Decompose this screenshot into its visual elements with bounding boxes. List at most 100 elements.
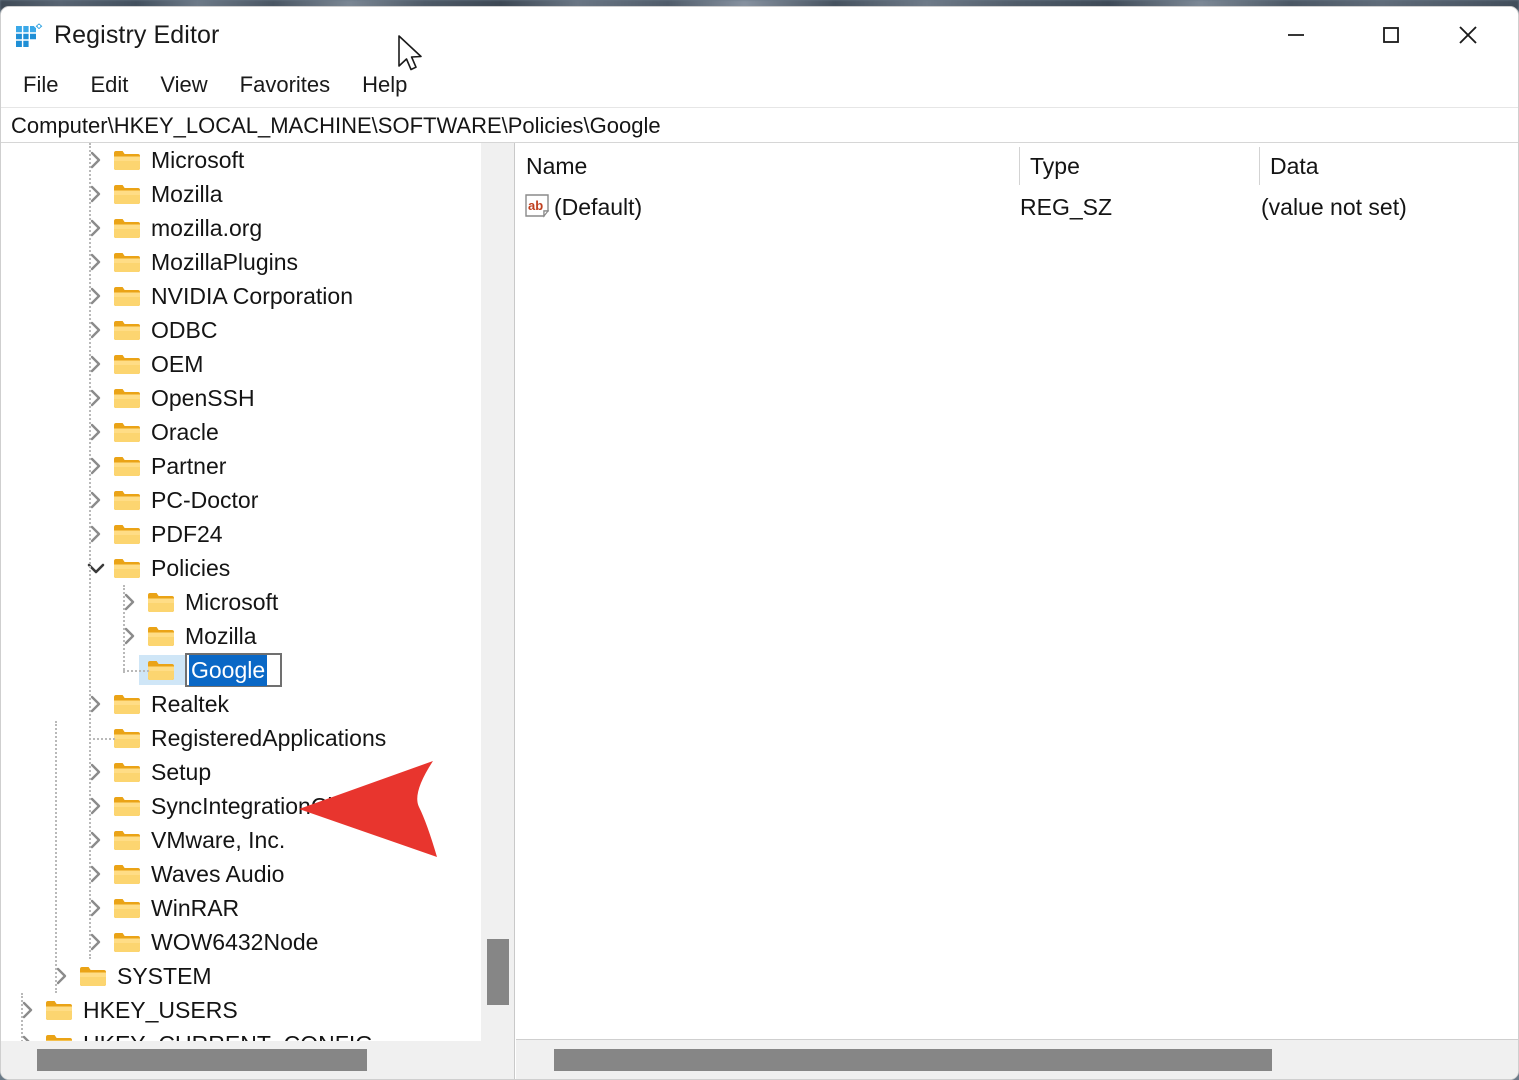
chevron-right-icon[interactable] <box>83 891 109 925</box>
table-row[interactable]: ab (Default) REG_SZ (value not set) <box>516 187 1518 225</box>
tree-item-microsoft[interactable]: Microsoft <box>1 585 480 619</box>
tree-vertical-scroll-thumb[interactable] <box>487 939 509 1005</box>
chevron-right-icon[interactable] <box>117 585 143 619</box>
chevron-down-icon[interactable] <box>83 551 109 585</box>
folder-icon <box>147 659 175 681</box>
menu-item-favorites[interactable]: Favorites <box>226 69 344 101</box>
chevron-right-icon[interactable] <box>83 279 109 313</box>
menu-item-help[interactable]: Help <box>348 69 421 101</box>
chevron-right-icon <box>123 626 137 646</box>
chevron-right-icon <box>89 252 103 272</box>
tree-item-google[interactable]: Google <box>1 653 480 687</box>
tree-item-realtek[interactable]: Realtek <box>1 687 480 721</box>
close-button[interactable] <box>1436 7 1500 63</box>
folder-icon <box>113 931 141 953</box>
folder-icon <box>113 217 141 239</box>
tree-item-registeredapplications[interactable]: RegisteredApplications <box>1 721 480 755</box>
tree-item-waves-audio[interactable]: Waves Audio <box>1 857 480 891</box>
folder-icon <box>113 455 141 477</box>
menu-item-edit[interactable]: Edit <box>76 69 142 101</box>
chevron-right-icon[interactable] <box>83 789 109 823</box>
folder-icon <box>113 795 141 817</box>
chevron-right-icon[interactable] <box>15 993 41 1027</box>
tree-item-openssh[interactable]: OpenSSH <box>1 381 480 415</box>
chevron-right-icon[interactable] <box>83 245 109 279</box>
tree-item-vmware-inc[interactable]: VMware, Inc. <box>1 823 480 857</box>
chevron-right-icon[interactable] <box>83 483 109 517</box>
values-horizontal-scrollbar[interactable] <box>516 1039 1518 1079</box>
tree-item-nvidia-corporation[interactable]: NVIDIA Corporation <box>1 279 480 313</box>
folder-icon <box>113 251 141 273</box>
chevron-right-icon[interactable] <box>83 823 109 857</box>
value-name-cell: (Default) <box>554 187 642 225</box>
chevron-right-icon[interactable] <box>83 211 109 245</box>
tree-item-microsoft[interactable]: Microsoft <box>1 143 480 177</box>
folder-icon <box>113 557 141 579</box>
maximize-button[interactable] <box>1359 7 1423 63</box>
menu-item-view[interactable]: View <box>146 69 221 101</box>
values-horizontal-scroll-thumb[interactable] <box>554 1049 1272 1071</box>
tree-horizontal-scrollbar[interactable] <box>1 1041 514 1079</box>
rename-input[interactable]: Google <box>185 653 282 687</box>
tree-item-policies[interactable]: Policies <box>1 551 480 585</box>
tree-item-mozilla[interactable]: Mozilla <box>1 619 480 653</box>
chevron-right-icon[interactable] <box>83 177 109 211</box>
column-header-data[interactable]: Data <box>1260 143 1515 187</box>
column-header-name[interactable]: Name <box>516 143 1019 187</box>
tree-item-mozilla-org[interactable]: mozilla.org <box>1 211 480 245</box>
folder-icon <box>45 999 73 1021</box>
tree-item-hkey-users[interactable]: HKEY_USERS <box>1 993 480 1027</box>
tree-item-hkey-current-config[interactable]: HKEY_CURRENT_CONFIG <box>1 1027 480 1041</box>
tree-indent-guide <box>123 670 149 672</box>
minimize-button[interactable] <box>1264 7 1328 63</box>
chevron-right-icon[interactable] <box>83 687 109 721</box>
folder-icon <box>113 863 141 885</box>
tree-item-label: NVIDIA Corporation <box>151 279 353 313</box>
chevron-right-icon[interactable] <box>83 925 109 959</box>
tree-item-mozillaplugins[interactable]: MozillaPlugins <box>1 245 480 279</box>
tree-item-odbc[interactable]: ODBC <box>1 313 480 347</box>
tree-vertical-scrollbar[interactable] <box>480 143 514 1041</box>
registry-values-pane: Name Type Data ab <box>516 143 1518 1079</box>
tree-item-label: WOW6432Node <box>151 925 318 959</box>
tree-item-mozilla[interactable]: Mozilla <box>1 177 480 211</box>
tree-item-pc-doctor[interactable]: PC-Doctor <box>1 483 480 517</box>
tree-item-oracle[interactable]: Oracle <box>1 415 480 449</box>
column-header-type[interactable]: Type <box>1020 143 1259 187</box>
tree-item-winrar[interactable]: WinRAR <box>1 891 480 925</box>
menu-item-file[interactable]: File <box>9 69 72 101</box>
chevron-right-icon[interactable] <box>83 347 109 381</box>
chevron-right-icon[interactable] <box>49 959 75 993</box>
tree-item-label: OpenSSH <box>151 381 255 415</box>
content-panes: MicrosoftMozillamozilla.orgMozillaPlugin… <box>1 143 1518 1079</box>
tree-item-oem[interactable]: OEM <box>1 347 480 381</box>
tree-item-partner[interactable]: Partner <box>1 449 480 483</box>
chevron-right-icon[interactable] <box>83 857 109 891</box>
chevron-right-icon[interactable] <box>83 415 109 449</box>
folder-icon <box>147 659 175 681</box>
chevron-right-icon <box>89 762 103 782</box>
folder-icon <box>113 795 141 817</box>
tree-item-wow6432node[interactable]: WOW6432Node <box>1 925 480 959</box>
tree-item-pdf24[interactable]: PDF24 <box>1 517 480 551</box>
registry-editor-icon <box>15 21 45 49</box>
chevron-right-icon[interactable] <box>83 755 109 789</box>
chevron-right-icon[interactable] <box>117 619 143 653</box>
tree-item-label: SYSTEM <box>117 959 212 993</box>
address-bar[interactable]: Computer\HKEY_LOCAL_MACHINE\SOFTWARE\Pol… <box>1 107 1518 143</box>
folder-icon <box>113 149 141 171</box>
tree-item-setup[interactable]: Setup <box>1 755 480 789</box>
chevron-right-icon[interactable] <box>83 313 109 347</box>
chevron-right-icon[interactable] <box>83 517 109 551</box>
chevron-right-icon[interactable] <box>15 1027 41 1041</box>
tree-horizontal-scroll-thumb[interactable] <box>37 1049 367 1071</box>
tree-item-system[interactable]: SYSTEM <box>1 959 480 993</box>
folder-icon <box>113 897 141 919</box>
tree-item-syncintegrationclients[interactable]: SyncIntegrationClients <box>1 789 480 823</box>
chevron-right-icon[interactable] <box>83 449 109 483</box>
chevron-right-icon[interactable] <box>83 143 109 177</box>
folder-icon <box>113 421 141 443</box>
folder-icon <box>113 319 141 341</box>
svg-text:ab: ab <box>528 198 543 213</box>
chevron-right-icon[interactable] <box>83 381 109 415</box>
